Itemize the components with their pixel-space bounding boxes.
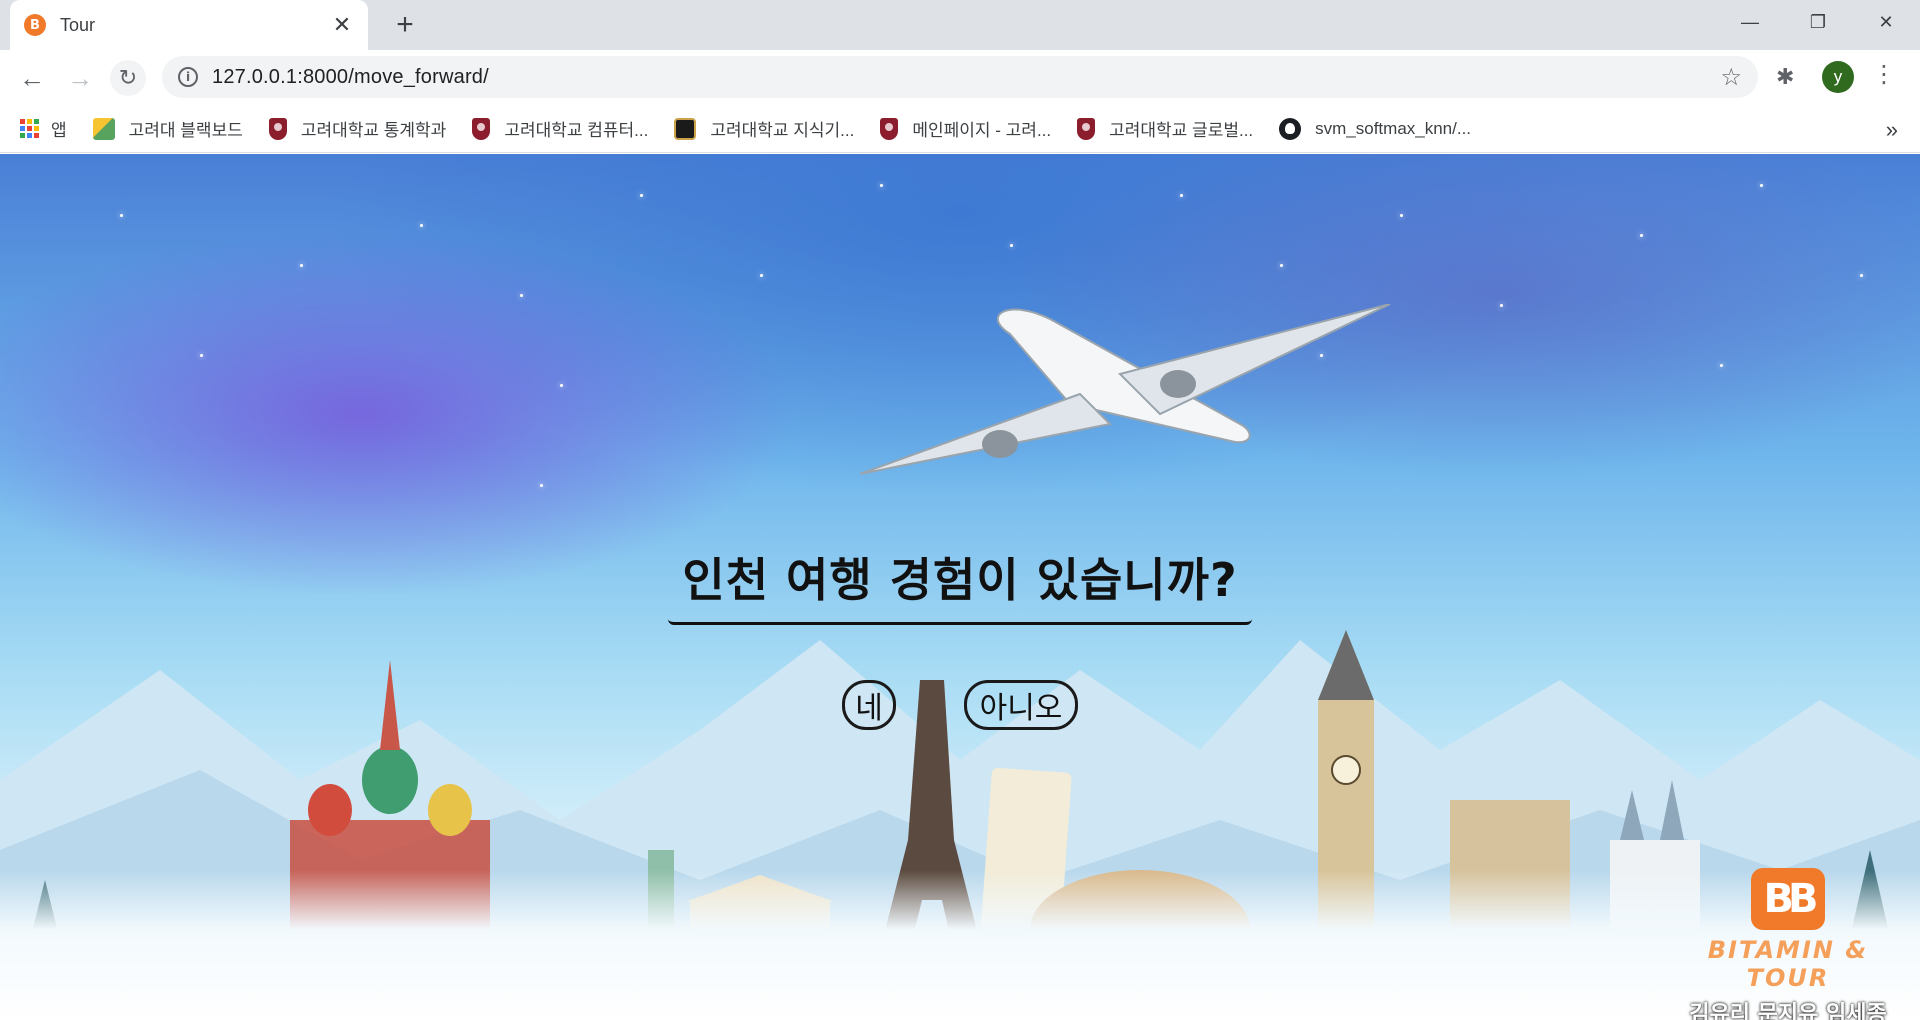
bookmark-item[interactable]: 고려대학교 통계학과: [268, 116, 447, 141]
bookmark-item[interactable]: 고려대학교 컴퓨터...: [472, 116, 648, 141]
bookmark-label: 고려대학교 글로벌...: [1109, 121, 1254, 140]
browser-toolbar: ← → ↻ i 127.0.0.1:8000/move_forward/ ☆ ✱…: [0, 50, 1920, 105]
address-bar[interactable]: i 127.0.0.1:8000/move_forward/ ☆: [162, 56, 1758, 98]
bookmarks-bar: 앱 고려대 블랙보드 고려대학교 통계학과 고려대학교 컴퓨터... 고려대학교…: [0, 105, 1920, 153]
profile-avatar[interactable]: y: [1822, 61, 1854, 93]
browser-menu-icon[interactable]: ⋮: [1872, 60, 1896, 89]
close-tab-icon[interactable]: ✕: [330, 12, 354, 38]
bookmark-label: 고려대학교 지식기...: [710, 121, 855, 140]
bookmark-item[interactable]: 메인페이지 - 고려...: [880, 116, 1051, 141]
bookmark-label: 고려대 블랙보드: [128, 121, 243, 140]
brand-members: 김유리 문지유 임세종: [1689, 1002, 1887, 1020]
no-button[interactable]: 아니오: [964, 680, 1078, 730]
yes-button[interactable]: 네: [842, 680, 896, 730]
new-tab-button[interactable]: +: [388, 8, 422, 42]
close-window-button[interactable]: ✕: [1852, 0, 1920, 44]
tab-favicon-icon: B: [24, 14, 46, 36]
tiger-icon: [674, 117, 697, 140]
bookmark-label: 고려대학교 컴퓨터...: [504, 121, 649, 140]
shield-icon: [880, 117, 899, 140]
site-info-icon[interactable]: i: [178, 67, 198, 87]
question-area: 인천 여행 경험이 있습니까?: [0, 544, 1920, 625]
shield-icon: [268, 117, 287, 140]
bookmark-label: 고려대학교 통계학과: [300, 121, 447, 140]
pencil-icon: [92, 117, 115, 140]
answer-buttons: 네 아니오: [0, 680, 1920, 734]
bookmark-item[interactable]: 고려대학교 글로벌...: [1077, 116, 1253, 141]
bookmark-apps[interactable]: 앱: [20, 116, 67, 141]
bookmark-item[interactable]: svm_softmax_knn/...: [1279, 117, 1472, 140]
more-bookmarks-icon[interactable]: »: [1886, 117, 1898, 143]
tab-title: Tour: [60, 14, 96, 35]
back-button[interactable]: ←: [14, 60, 50, 96]
apps-grid-icon: [20, 119, 39, 138]
url-text[interactable]: 127.0.0.1:8000/move_forward/: [212, 66, 1720, 89]
tab-tour[interactable]: B Tour ✕: [10, 0, 368, 50]
bookmark-star-icon[interactable]: ☆: [1720, 63, 1742, 92]
bookmark-item[interactable]: 고려대 블랙보드: [92, 116, 243, 141]
bookmark-label: 앱: [51, 121, 67, 140]
minimize-button[interactable]: —: [1716, 0, 1784, 44]
forward-button[interactable]: →: [62, 60, 98, 96]
extensions-icon[interactable]: ✱: [1776, 64, 1794, 90]
bookmark-item[interactable]: 고려대학교 지식기...: [674, 116, 854, 141]
bookmark-label: 메인페이지 - 고려...: [912, 121, 1052, 140]
reload-button[interactable]: ↻: [110, 60, 146, 96]
snow-ground: [0, 870, 1920, 1020]
github-icon: [1279, 117, 1302, 140]
brand-badge: BB BITAMIN & TOUR 김유리 문지유 임세종: [1678, 868, 1898, 1020]
bookmark-label: svm_softmax_knn/...: [1315, 118, 1472, 138]
airplane-icon: [860, 304, 1391, 475]
shield-icon: [1077, 117, 1096, 140]
bitamin-logo-icon: BB: [1751, 868, 1825, 930]
tab-strip: B Tour ✕ + — ❐ ✕: [0, 0, 1920, 50]
tour-page: 인천 여행 경험이 있습니까? 네 아니오 BB BITAMIN & TOUR …: [0, 154, 1920, 1020]
brand-name: BITAMIN & TOUR: [1707, 936, 1869, 992]
shield-icon: [472, 117, 491, 140]
restore-button[interactable]: ❐: [1784, 0, 1852, 44]
question-heading: 인천 여행 경험이 있습니까?: [668, 544, 1252, 625]
